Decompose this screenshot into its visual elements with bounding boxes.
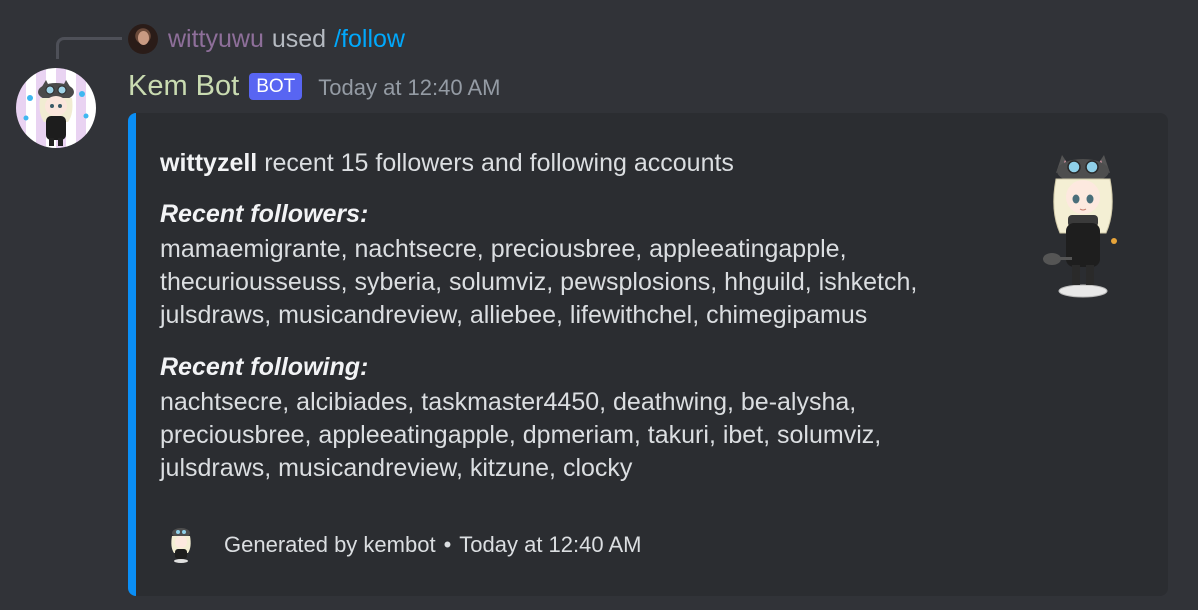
following-list: nachtsecre, alcibiades, taskmaster4450, … [160, 386, 990, 485]
bot-badge: BOT [249, 72, 303, 100]
embed-footer: Generated by kembot • Today at 12:40 AM [166, 527, 642, 563]
embed-title-rest: recent 15 followers and following accoun… [264, 149, 734, 177]
footer-text: Generated by kembot [224, 532, 436, 557]
embed-card: wittyzell recent 15 followers and follow… [128, 113, 1168, 596]
following-heading: Recent following: [160, 353, 369, 381]
followers-line: julsdraws, musicandreview, alliebee, lif… [160, 301, 868, 329]
user-avatar-icon[interactable] [128, 24, 158, 54]
kem-bot-avatar-icon[interactable] [16, 68, 96, 148]
reply-reference[interactable]: wittyuwu used /follow [128, 22, 405, 56]
author-name[interactable]: Kem Bot [128, 70, 239, 103]
followers-line: thecuriousseuss, syberia, solumviz, pews… [160, 268, 918, 296]
reply-connector [56, 37, 122, 59]
embed-title: wittyzell recent 15 followers and follow… [160, 147, 990, 179]
message-header: Kem Bot BOT Today at 12:40 AM [128, 68, 501, 104]
kembot-footer-icon [166, 527, 196, 563]
following-line: julsdraws, musicandreview, kitzune, cloc… [160, 454, 633, 482]
footer-separator: • [443, 532, 452, 557]
followers-list: mamaemigrante, nachtsecre, preciousbree,… [160, 233, 990, 332]
reply-used-label: used [271, 24, 327, 53]
following-line: nachtsecre, alcibiades, taskmaster4450, … [160, 388, 857, 416]
embed-title-user: wittyzell [160, 149, 258, 177]
slash-command[interactable]: /follow [334, 25, 405, 54]
footer-timestamp: Today at 12:40 AM [459, 532, 642, 557]
message-timestamp[interactable]: Today at 12:40 AM [318, 75, 500, 101]
following-line: preciousbree, appleeatingapple, dpmeriam… [160, 421, 882, 449]
followers-heading: Recent followers: [160, 200, 369, 228]
reply-username[interactable]: wittyuwu [168, 25, 264, 54]
followers-line: mamaemigrante, nachtsecre, preciousbree,… [160, 235, 847, 263]
embed-body: wittyzell recent 15 followers and follow… [160, 147, 990, 485]
chibi-character-thumbnail[interactable] [1038, 149, 1128, 299]
